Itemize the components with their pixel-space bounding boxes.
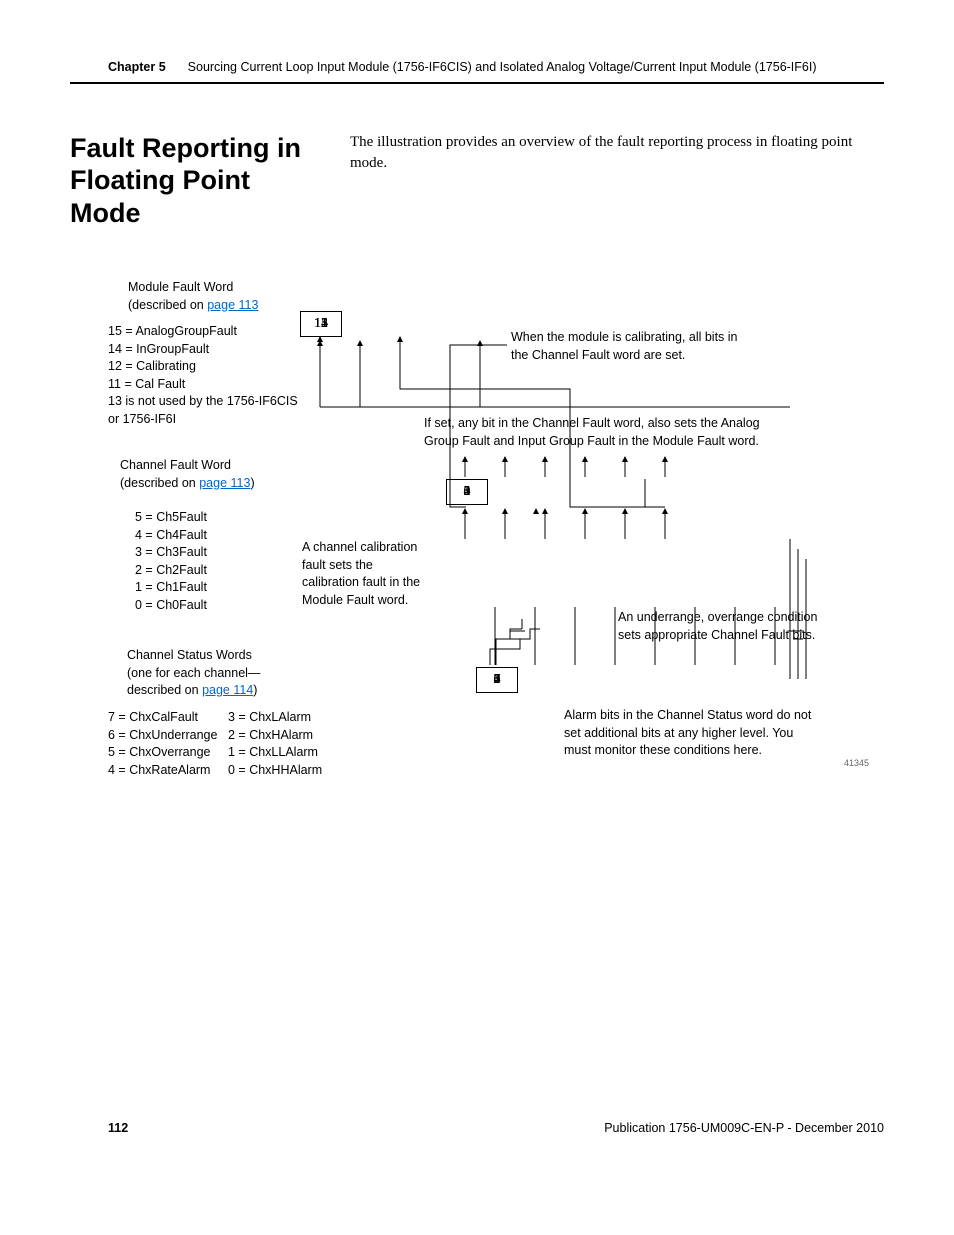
page-link-113b[interactable]: page 113	[199, 476, 250, 490]
status-defs-left: 7 = ChxCalFault 6 = ChxUnderrange 5 = Ch…	[108, 709, 238, 779]
channel-fault-desc: (described on page 113)	[120, 475, 300, 493]
figure-number: 41345	[844, 757, 869, 770]
page-link-114[interactable]: page 114	[202, 683, 253, 697]
page-footer: 112 Publication 1756-UM009C-EN-P - Decem…	[70, 1121, 884, 1135]
section-body: The illustration provides an overview of…	[350, 132, 884, 174]
note-calfault: A channel calibration fault sets the cal…	[302, 539, 422, 609]
page-link-113a[interactable]: page 113	[207, 298, 258, 312]
fault-diagram: Module Fault Word (described on page 113…	[70, 279, 884, 799]
channel-fault-title: Channel Fault Word	[120, 457, 300, 475]
section-intro: Fault Reporting in Floating Point Mode T…	[70, 132, 884, 229]
section-heading: Fault Reporting in Floating Point Mode	[70, 132, 320, 229]
status-defs-right: 3 = ChxLAlarm 2 = ChxHAlarm 1 = ChxLLAla…	[228, 709, 348, 779]
page-number: 112	[108, 1121, 128, 1135]
module-fault-title: Module Fault Word	[128, 279, 288, 297]
publication-info: Publication 1756-UM009C-EN-P - December …	[604, 1121, 884, 1135]
note-calibrating: When the module is calibrating, all bits…	[511, 329, 751, 364]
note-alarm: Alarm bits in the Channel Status word do…	[564, 707, 814, 760]
page-header: Chapter 5 Sourcing Current Loop Input Mo…	[70, 60, 884, 74]
status-block: Channel Status Words (one for each chann…	[127, 647, 317, 700]
module-fault-defs: 15 = AnalogGroupFault 14 = InGroupFault …	[108, 323, 298, 428]
chapter-label: Chapter 5	[108, 60, 166, 74]
status-title: Channel Status Words	[127, 647, 317, 665]
module-fault-block: Module Fault Word (described on page 113	[128, 279, 288, 314]
module-fault-desc: (described on page 113	[128, 297, 288, 315]
header-rule	[70, 82, 884, 84]
channel-fault-defs: 5 = Ch5Fault 4 = Ch4Fault 3 = Ch3Fault 2…	[135, 509, 285, 614]
note-ifset: If set, any bit in the Channel Fault wor…	[424, 415, 794, 450]
header-title: Sourcing Current Loop Input Module (1756…	[188, 60, 817, 74]
status-desc: described on page 114)	[127, 682, 317, 700]
channel-fault-block: Channel Fault Word (described on page 11…	[120, 457, 300, 492]
note-underrange: An underrange, overrange condition sets …	[618, 609, 838, 644]
